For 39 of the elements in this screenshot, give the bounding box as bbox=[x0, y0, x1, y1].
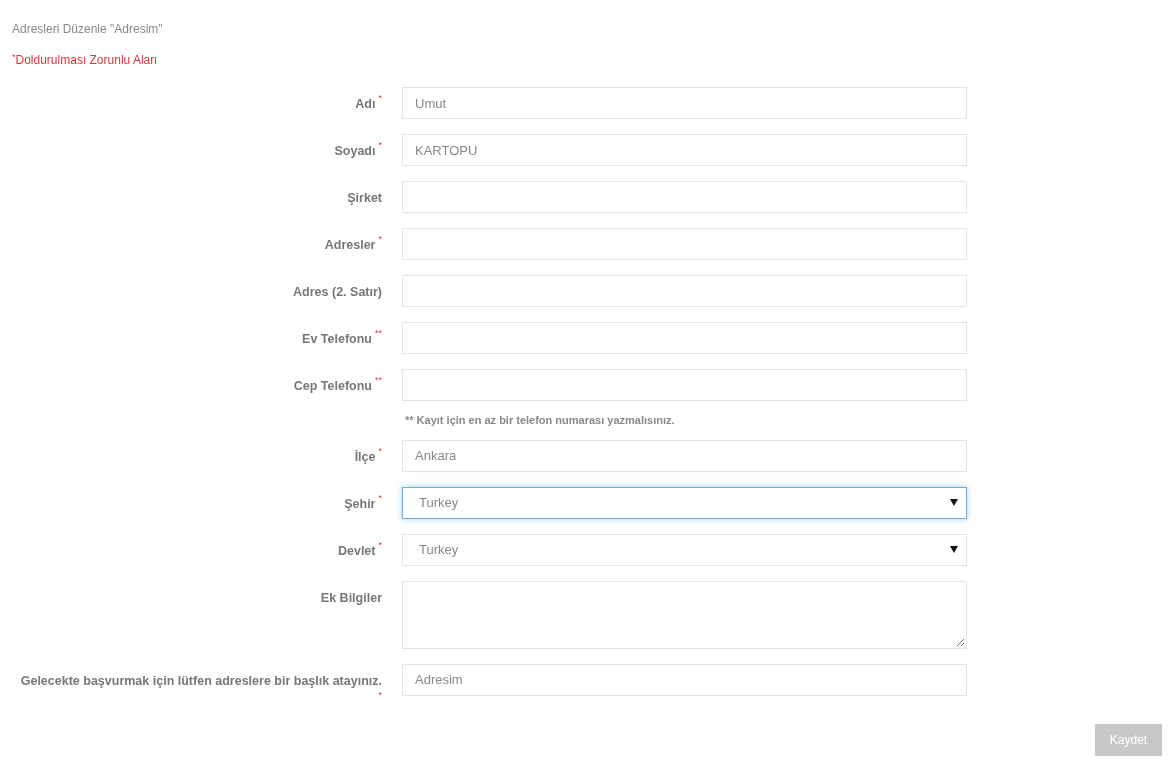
input-field[interactable] bbox=[402, 228, 967, 260]
input-field[interactable] bbox=[402, 275, 967, 307]
input-field[interactable] bbox=[402, 181, 967, 213]
page-title: Adresleri Düzenle "Adresim" bbox=[12, 21, 164, 38]
input-field[interactable] bbox=[402, 322, 967, 354]
field-label: Devlet bbox=[337, 542, 376, 560]
field-label: Adresler bbox=[324, 237, 376, 254]
field-label: Adı bbox=[355, 96, 376, 113]
field-label: Gelecekte başvurmak için lütfen adreslere bir başlık atayınız. bbox=[20, 672, 382, 690]
required-mark: * bbox=[378, 92, 382, 105]
required-mark: * bbox=[378, 444, 382, 458]
field-label: Şirket bbox=[347, 190, 382, 207]
required-mark: * bbox=[378, 491, 382, 505]
field-label: Şehir bbox=[344, 495, 376, 513]
caret-icon bbox=[950, 499, 958, 506]
required-mark: ** bbox=[375, 374, 382, 387]
input-field[interactable]: Adresim bbox=[402, 663, 967, 696]
textarea-field[interactable] bbox=[402, 580, 967, 649]
caret-icon bbox=[950, 546, 958, 553]
required-mark: * bbox=[378, 690, 382, 701]
phone-hint: ** Kayıt için en az bir telefon numarası yazmalısınız. bbox=[405, 413, 675, 428]
required-mark: * bbox=[378, 538, 382, 552]
field-label: Cep Telefonu bbox=[293, 378, 372, 395]
required-mark: * bbox=[378, 233, 382, 246]
resize-handle-icon[interactable] bbox=[956, 637, 964, 646]
input-field[interactable]: Umut bbox=[402, 87, 967, 119]
field-label: Adres (2. Satır) bbox=[293, 284, 382, 301]
input-field[interactable] bbox=[402, 369, 967, 401]
input-field[interactable]: KARTOPU bbox=[402, 134, 967, 166]
select-field[interactable]: Turkey bbox=[402, 533, 967, 566]
field-label: Soyadı bbox=[334, 143, 376, 160]
required-field-note: $^{*}$Doldurulması Zorunlu Alan bbox=[12, 51, 158, 69]
required-mark: ** bbox=[375, 327, 382, 340]
field-label: Ev Telefonu bbox=[302, 331, 372, 348]
field-label: Ek Bilgiler bbox=[320, 589, 382, 607]
required-mark: * bbox=[378, 139, 382, 152]
field-label: İlçe bbox=[354, 448, 376, 466]
select-field[interactable]: Turkey bbox=[402, 486, 967, 519]
input-field[interactable]: Ankara bbox=[402, 439, 967, 472]
